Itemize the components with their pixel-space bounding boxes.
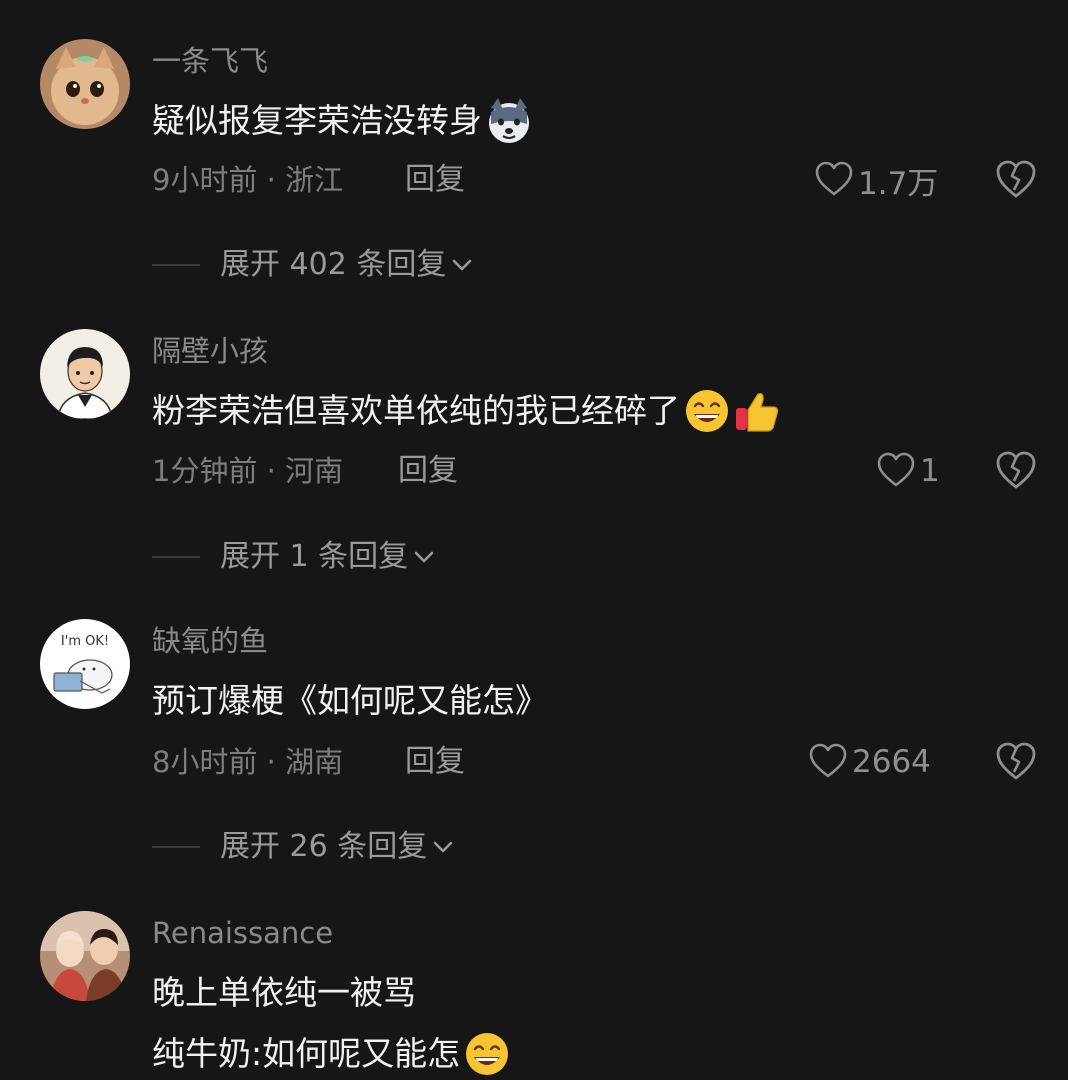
like-count: 1	[920, 453, 940, 489]
wolf-face-emoji	[486, 98, 532, 144]
comment-text: 疑似报复李荣浩没转身	[152, 98, 532, 144]
comment-meta: 8小时前 · 湖南	[152, 745, 344, 779]
cat-avatar-image	[40, 39, 130, 129]
vintage-photo-avatar-image	[40, 911, 130, 1001]
comment-text: 纯牛奶:如何呢又能怎	[152, 1031, 510, 1077]
dislike-button[interactable]	[994, 158, 1038, 202]
dislike-button[interactable]	[994, 449, 1038, 493]
like-button[interactable]: 1.7万	[814, 158, 938, 202]
avatar[interactable]: I'm OK!	[40, 619, 130, 709]
comment-text-line: 粉李荣浩但喜欢单依纯的我已经碎了	[152, 391, 680, 430]
expand-replies-label: 展开 1 条回复	[220, 539, 409, 574]
heart-outline-icon	[809, 743, 847, 778]
chevron-down-icon	[433, 841, 453, 853]
avatar[interactable]	[40, 911, 130, 1001]
broken-heart-icon	[996, 451, 1036, 489]
comment-text-line: 纯牛奶:如何呢又能怎	[152, 1034, 461, 1073]
chevron-down-icon	[414, 551, 434, 563]
heart-outline-icon	[815, 161, 853, 196]
like-button[interactable]: 2664	[808, 740, 931, 784]
expand-replies-button[interactable]: 展开 26 条回复	[152, 827, 457, 867]
broken-heart-icon	[996, 742, 1036, 780]
grinning-face-emoji	[464, 1031, 510, 1077]
man-illustration-avatar-image	[40, 329, 130, 419]
avatar-caption: I'm OK!	[61, 634, 109, 649]
avatar[interactable]	[40, 329, 130, 419]
reply-button[interactable]: 回复	[405, 742, 465, 782]
comment-meta: 1分钟前 · 河南	[152, 454, 344, 488]
comment-meta: 9小时前 · 浙江	[152, 163, 344, 197]
divider	[152, 846, 200, 848]
comment-text-line: 预订爆梗《如何呢又能怎》	[152, 681, 548, 720]
expand-replies-button[interactable]: 展开 402 条回复	[152, 245, 476, 285]
divider	[152, 556, 200, 558]
comment-text: 预订爆梗《如何呢又能怎》	[152, 679, 548, 723]
grinning-face-emoji	[684, 388, 730, 434]
avatar[interactable]	[40, 39, 130, 129]
comment-text: 晚上单依纯一被骂	[152, 971, 416, 1015]
comment-text: 粉李荣浩但喜欢单依纯的我已经碎了	[152, 388, 780, 434]
heart-outline-icon	[877, 452, 915, 487]
comment-username[interactable]: 缺氧的鱼	[152, 623, 268, 659]
comment-list: 一条飞飞 疑似报复李荣浩没转身 9小时前 · 浙江 回复 1.7万 展开 402…	[0, 0, 1068, 1080]
comment-username[interactable]: 一条飞飞	[152, 43, 268, 79]
comment-text-line: 疑似报复李荣浩没转身	[152, 101, 482, 140]
like-button[interactable]: 1	[876, 449, 940, 493]
expand-replies-label: 展开 26 条回复	[220, 829, 428, 864]
chevron-down-icon	[453, 259, 472, 271]
divider	[152, 264, 200, 266]
thumbs-up-emoji	[734, 388, 780, 434]
reply-button[interactable]: 回复	[398, 451, 458, 491]
like-count: 1.7万	[858, 165, 939, 202]
reply-button[interactable]: 回复	[405, 160, 465, 200]
expand-replies-label: 展开 402 条回复	[220, 247, 447, 282]
im-ok-cartoon-avatar-image: I'm OK!	[40, 619, 130, 709]
broken-heart-icon	[996, 160, 1036, 198]
dislike-button[interactable]	[994, 740, 1038, 784]
like-count: 2664	[852, 744, 931, 780]
comment-text-line: 晚上单依纯一被骂	[152, 973, 416, 1012]
comment-username[interactable]: 隔壁小孩	[152, 333, 268, 369]
comment-username[interactable]: Renaissance	[152, 915, 333, 951]
expand-replies-button[interactable]: 展开 1 条回复	[152, 537, 438, 577]
